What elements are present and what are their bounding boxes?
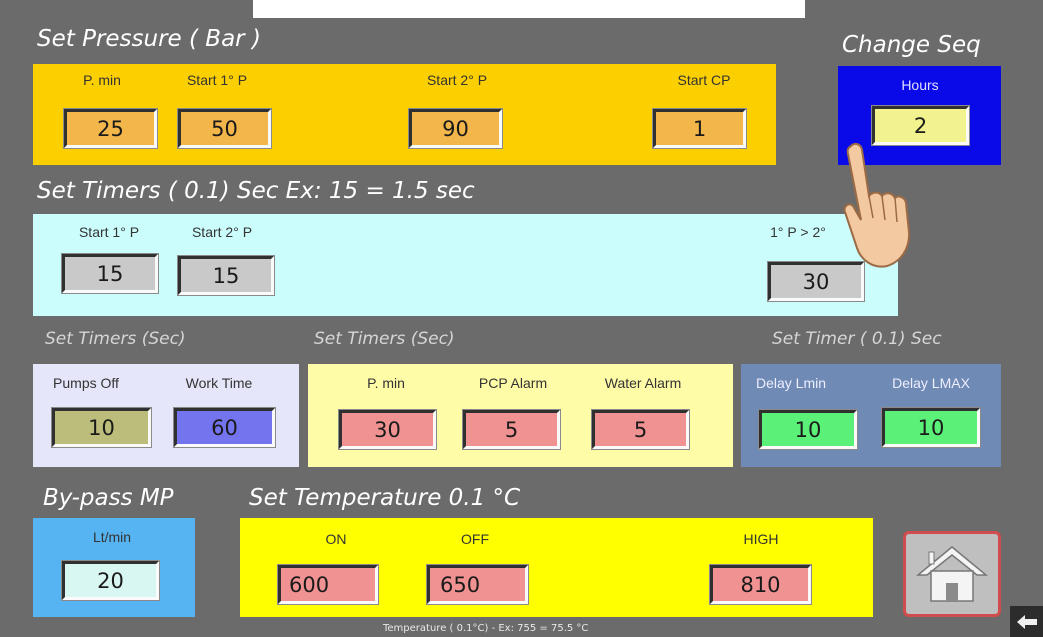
pcp-alarm-label: PCP Alarm bbox=[478, 375, 548, 391]
start2p-label: Start 2° P bbox=[426, 72, 488, 88]
delay-heading: Set Timer ( 0.1) Sec bbox=[772, 329, 942, 349]
pmin-pressure-input[interactable]: 25 bbox=[63, 108, 158, 149]
top-white-bar bbox=[253, 0, 805, 18]
temp-high-label: HIGH bbox=[743, 531, 779, 547]
start2p-pressure-input[interactable]: 90 bbox=[408, 108, 503, 149]
bypass-heading: By-pass MP bbox=[43, 485, 174, 511]
alarm-pmin-label: P. min bbox=[367, 375, 405, 391]
water-alarm-label: Water Alarm bbox=[604, 375, 682, 391]
pressure-panel: P. min Start 1° P Start 2° P Start CP 25… bbox=[33, 64, 776, 165]
timers01-panel: Start 1° P Start 2° P 1° P > 2° 15 15 30 bbox=[33, 214, 898, 316]
pumps-off-label: Pumps Off bbox=[53, 375, 119, 391]
start1p-pressure-input[interactable]: 50 bbox=[177, 108, 272, 149]
temp-off-label: OFF bbox=[461, 531, 489, 547]
bypass-input[interactable]: 20 bbox=[61, 560, 160, 601]
timers-sec-b-heading: Set Timers (Sec) bbox=[314, 329, 455, 349]
back-arrow-icon bbox=[1016, 614, 1037, 629]
bypass-panel: Lt/min 20 bbox=[33, 518, 195, 617]
timer-1p2p-label: 1° P > 2° bbox=[770, 224, 826, 240]
delay-lmin-input[interactable]: 10 bbox=[758, 409, 858, 450]
timer-start1p-input[interactable]: 15 bbox=[61, 253, 159, 294]
pumps-off-input[interactable]: 10 bbox=[51, 407, 152, 448]
temperature-panel: ON OFF HIGH 600 650 810 bbox=[240, 518, 873, 617]
startcp-label: Start CP bbox=[677, 72, 731, 88]
alarm-pmin-input[interactable]: 30 bbox=[338, 409, 437, 450]
pcp-alarm-input[interactable]: 5 bbox=[462, 409, 561, 450]
temp-on-input[interactable]: 600 bbox=[277, 564, 379, 605]
work-time-input[interactable]: 60 bbox=[173, 407, 276, 448]
delay-lmax-input[interactable]: 10 bbox=[881, 407, 981, 448]
temperature-heading: Set Temperature 0.1 °C bbox=[249, 485, 521, 511]
pointing-hand-icon bbox=[843, 142, 911, 268]
timer-start2p-input[interactable]: 15 bbox=[177, 255, 275, 296]
start1p-label: Start 1° P bbox=[186, 72, 248, 88]
pumps-panel: Pumps Off Work Time 10 60 bbox=[33, 364, 299, 467]
back-button[interactable] bbox=[1010, 606, 1043, 637]
home-icon bbox=[915, 546, 989, 602]
pmin-label: P. min bbox=[83, 72, 121, 88]
temp-on-label: ON bbox=[325, 531, 347, 547]
temperature-footnote: Temperature ( 0.1°C) - Ex: 755 = 75.5 °C bbox=[383, 623, 589, 634]
pressure-heading: Set Pressure ( Bar ) bbox=[37, 26, 261, 52]
delay-lmin-label: Delay Lmin bbox=[755, 375, 827, 391]
temp-off-input[interactable]: 650 bbox=[426, 564, 529, 605]
work-time-label: Work Time bbox=[185, 375, 253, 391]
hours-label: Hours bbox=[901, 77, 939, 93]
delay-panel: Delay Lmin Delay LMAX 10 10 bbox=[741, 364, 1001, 467]
timers01-heading: Set Timers ( 0.1) Sec Ex: 15 = 1.5 sec bbox=[37, 178, 475, 204]
temp-high-input[interactable]: 810 bbox=[709, 564, 812, 605]
home-button[interactable] bbox=[903, 531, 1001, 617]
startcp-pressure-input[interactable]: 1 bbox=[652, 108, 747, 149]
bypass-label: Lt/min bbox=[92, 529, 132, 545]
change-seq-heading: Change Seq bbox=[842, 32, 981, 58]
timer-start2p-label: Start 2° P bbox=[191, 224, 253, 240]
timer-start1p-label: Start 1° P bbox=[78, 224, 140, 240]
water-alarm-input[interactable]: 5 bbox=[591, 409, 690, 450]
delay-lmax-label: Delay LMAX bbox=[892, 375, 970, 391]
timers-sec-a-heading: Set Timers (Sec) bbox=[45, 329, 186, 349]
alarms-panel: P. min PCP Alarm Water Alarm 30 5 5 bbox=[308, 364, 733, 467]
